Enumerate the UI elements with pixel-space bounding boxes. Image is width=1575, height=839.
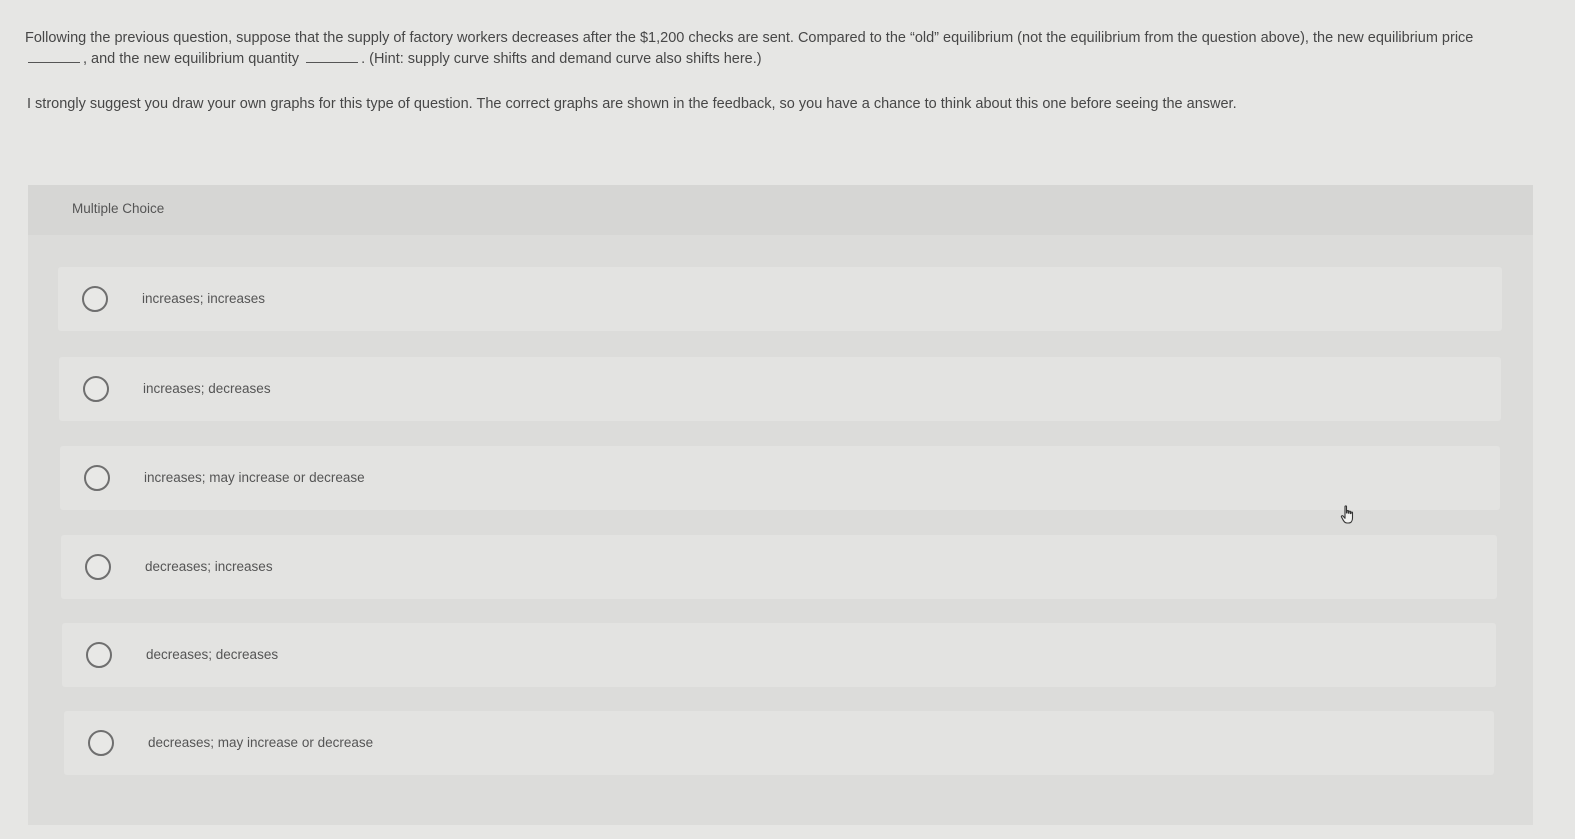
price-blank xyxy=(28,50,80,63)
question-part-1: Following the previous question, suppose… xyxy=(25,30,1474,46)
multiple-choice-header: Multiple Choice xyxy=(28,185,1533,235)
question-text: Following the previous question, suppose… xyxy=(25,28,1525,70)
question-part-2: , and the new equilibrium quantity xyxy=(83,51,300,67)
option-label: increases; increases xyxy=(142,291,266,306)
multiple-choice-label: Multiple Choice xyxy=(72,201,165,216)
radio-button[interactable] xyxy=(84,465,110,491)
option-label: increases; may increase or decrease xyxy=(144,470,365,485)
question-part-3: . (Hint: supply curve shifts and demand … xyxy=(361,51,762,67)
multiple-choice-panel: Multiple Choice increases; increases inc… xyxy=(28,185,1533,825)
radio-button[interactable] xyxy=(83,376,109,402)
radio-button[interactable] xyxy=(88,730,114,756)
quantity-blank xyxy=(306,50,359,63)
option-label: increases; decreases xyxy=(143,381,271,396)
option-label: decreases; decreases xyxy=(146,647,279,662)
option-label: decreases; may increase or decrease xyxy=(148,735,374,750)
radio-button[interactable] xyxy=(85,554,111,580)
suggestion-text: I strongly suggest you draw your own gra… xyxy=(27,96,1237,112)
option-2[interactable]: increases; decreases xyxy=(59,357,1501,421)
radio-button[interactable] xyxy=(86,642,112,668)
option-1[interactable]: increases; increases xyxy=(58,267,1502,331)
option-6[interactable]: decreases; may increase or decrease xyxy=(64,711,1494,775)
hand-pointer-icon xyxy=(1340,505,1358,525)
option-4[interactable]: decreases; increases xyxy=(61,535,1497,599)
option-5[interactable]: decreases; decreases xyxy=(62,623,1496,687)
option-3[interactable]: increases; may increase or decrease xyxy=(60,446,1500,510)
radio-button[interactable] xyxy=(82,286,108,312)
option-label: decreases; increases xyxy=(145,559,273,574)
